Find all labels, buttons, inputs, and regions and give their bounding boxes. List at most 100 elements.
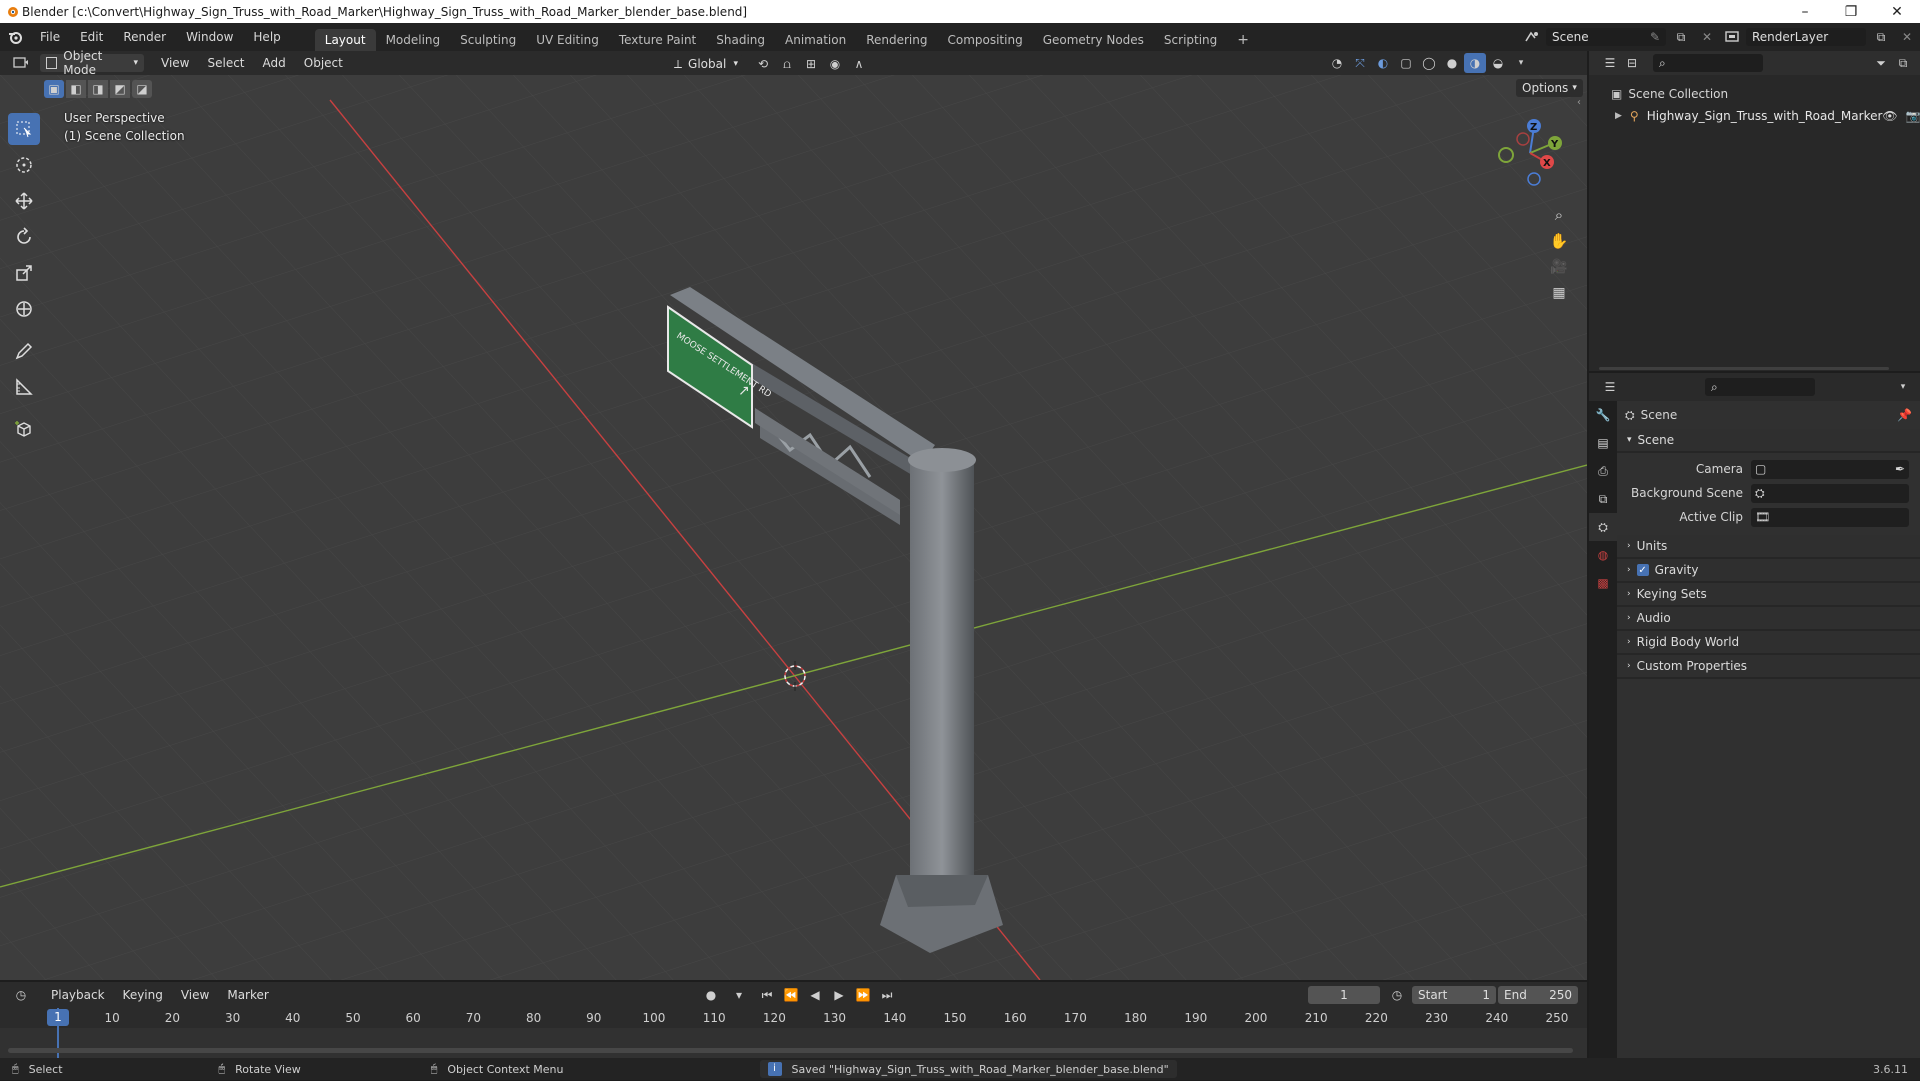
tab-sculpting[interactable]: Sculpting [450,29,526,51]
add-workspace-icon[interactable]: + [1227,29,1259,51]
zoom-icon[interactable]: ⌕ [1548,205,1570,225]
play-icon[interactable]: ▶ [828,985,850,1005]
annotate-tool[interactable] [8,335,40,367]
snap-icon[interactable]: ⩍ [776,54,798,74]
options-dropdown[interactable]: Options ▾ [1516,79,1583,97]
outliner-row-scene-collection[interactable]: ▣ Scene Collection [1589,83,1920,105]
object-mode-dropdown[interactable]: Object Mode ▾ [40,49,144,77]
tab-shading[interactable]: Shading [706,29,775,51]
jump-end-icon[interactable]: ⏭ [876,985,898,1005]
gizmo-neg-z[interactable] [1527,172,1541,186]
select-intersect-icon[interactable]: ◪ [132,80,152,98]
new-collection-icon[interactable]: ⧉ [1892,53,1914,73]
gravity-checkbox[interactable]: ✓ [1636,564,1649,576]
solid-shading-icon[interactable]: ● [1441,53,1463,73]
viewport-menu-view[interactable]: View [152,56,198,70]
panel-custom-properties-header[interactable]: › Custom Properties [1617,655,1920,679]
maximize-button[interactable]: ❐ [1828,0,1874,23]
pin-icon[interactable]: ✎ [1650,30,1660,44]
filter-icon[interactable]: ⏷ [1870,53,1892,73]
outliner-row-object[interactable]: ▶ ⚲ Highway_Sign_Truss_with_Road_Marker … [1589,105,1920,127]
camera-field[interactable]: ▢ ✒ [1751,459,1909,479]
new-layer-icon[interactable]: ⧉ [1870,27,1892,47]
properties-search-input[interactable]: ⌕ [1705,378,1815,396]
timeline-scrollbar[interactable] [8,1048,1573,1053]
pan-hand-icon[interactable]: ✋ [1548,231,1570,251]
active-clip-field[interactable]: 🎞 [1751,507,1909,527]
viewport-menu-select[interactable]: Select [198,56,253,70]
rotate-tool[interactable] [8,221,40,253]
xray-icon[interactable]: ▢ [1395,53,1417,73]
select-invert-icon[interactable]: ◩ [110,80,130,98]
outliner-scrollbar[interactable] [1599,367,1889,370]
timeline-area[interactable]: 1102030405060708090100110120130140150160… [0,1008,1587,1058]
minimize-button[interactable]: – [1782,0,1828,23]
tab-rendering[interactable]: Rendering [856,29,937,51]
autokey-options-icon[interactable]: ▾ [724,985,754,1005]
panel-units-header[interactable]: › Units [1617,535,1920,559]
delete-layer-icon[interactable]: ✕ [1896,27,1918,47]
blender-menu-icon[interactable] [0,29,30,45]
transform-orientation-dropdown[interactable]: ⟂ Global ▾ [668,55,744,73]
scene-name-field[interactable]: Scene ✎ [1546,28,1666,46]
camera-view-icon[interactable]: 🎥 [1548,257,1570,277]
panel-rigid-body-world-header[interactable]: › Rigid Body World [1617,631,1920,655]
move-tool[interactable] [8,185,40,217]
end-frame-field[interactable]: End 250 [1498,986,1578,1004]
panel-keying-sets-header[interactable]: › Keying Sets [1617,583,1920,607]
jump-start-icon[interactable]: ⏮ [756,985,778,1005]
close-window-button[interactable]: ✕ [1874,0,1920,23]
properties-editor-icon[interactable]: ☰ [1599,377,1621,397]
panel-gravity-header[interactable]: › ✓ Gravity [1617,559,1920,583]
pivot-point-icon[interactable]: ⟲ [752,54,774,74]
tab-uv-editing[interactable]: UV Editing [526,29,609,51]
menu-window[interactable]: Window [176,23,243,51]
panel-audio-header[interactable]: › Audio [1617,607,1920,631]
preview-range-icon[interactable]: ◷ [1386,985,1408,1005]
viewport-menu-object[interactable]: Object [295,56,352,70]
eye-icon[interactable]: 👁 [1882,109,1897,123]
background-scene-field[interactable]: ⛭ [1751,483,1909,503]
menu-render[interactable]: Render [113,23,176,51]
outliner-search-input[interactable]: ⌕ [1653,54,1763,72]
jump-keyframe-forward-icon[interactable]: ⏩ [852,985,874,1005]
timeline-menu-marker[interactable]: Marker [218,988,277,1002]
timeline-menu-view[interactable]: View [172,988,218,1002]
tab-modeling[interactable]: Modeling [376,29,451,51]
measure-tool[interactable] [8,371,40,403]
wireframe-shading-icon[interactable]: ◯ [1418,53,1440,73]
pin-icon[interactable]: 📌 [1897,408,1912,422]
tab-scripting[interactable]: Scripting [1154,29,1227,51]
chevron-down-icon[interactable]: ▾ [1892,377,1914,397]
gizmo-toggle-icon[interactable]: ⤧ [1349,53,1371,73]
tab-animation[interactable]: Animation [775,29,856,51]
gizmo-neg-y[interactable] [1498,147,1514,163]
sidebar-toggle-icon[interactable]: ‹ [1577,97,1581,108]
tab-layout[interactable]: Layout [314,29,376,51]
tab-world[interactable]: ◍ [1589,541,1617,569]
navigation-gizmo[interactable]: Z Y X [1488,113,1568,193]
frame-ruler[interactable]: 1102030405060708090100110120130140150160… [0,1008,1587,1028]
menu-help[interactable]: Help [243,23,290,51]
select-extend-icon[interactable]: ◧ [66,80,86,98]
timeline-editor-icon[interactable]: ◷ [10,985,32,1005]
scene-selector-icon[interactable] [1524,29,1542,45]
tab-compositing[interactable]: Compositing [937,29,1032,51]
select-box-tool[interactable] [8,113,40,145]
menu-edit[interactable]: Edit [70,23,113,51]
transform-tool[interactable] [8,293,40,325]
timeline-menu-keying[interactable]: Keying [114,988,172,1002]
perspective-grid-icon[interactable]: ▦ [1548,283,1570,303]
timeline-menu-playback[interactable]: Playback [42,988,114,1002]
start-frame-field[interactable]: Start 1 [1412,986,1496,1004]
new-scene-icon[interactable]: ⧉ [1670,27,1692,47]
viewport-menu-add[interactable]: Add [254,56,295,70]
snap-target-icon[interactable]: ⊞ [800,54,822,74]
3d-viewport[interactable]: MOOSE SETTLEMENT RD ↗ ▣ ◧ ◨ ◩ ◪ Options … [0,75,1587,980]
display-mode-icon[interactable]: ⊟ [1621,53,1643,73]
gizmo-neg-x[interactable] [1516,132,1530,146]
tab-texture[interactable]: ▩ [1589,569,1617,597]
camera-render-icon[interactable]: 📷 [1906,109,1920,123]
expand-arrow-icon[interactable]: ▶ [1615,111,1622,121]
material-shading-icon[interactable]: ◑ [1464,53,1486,73]
